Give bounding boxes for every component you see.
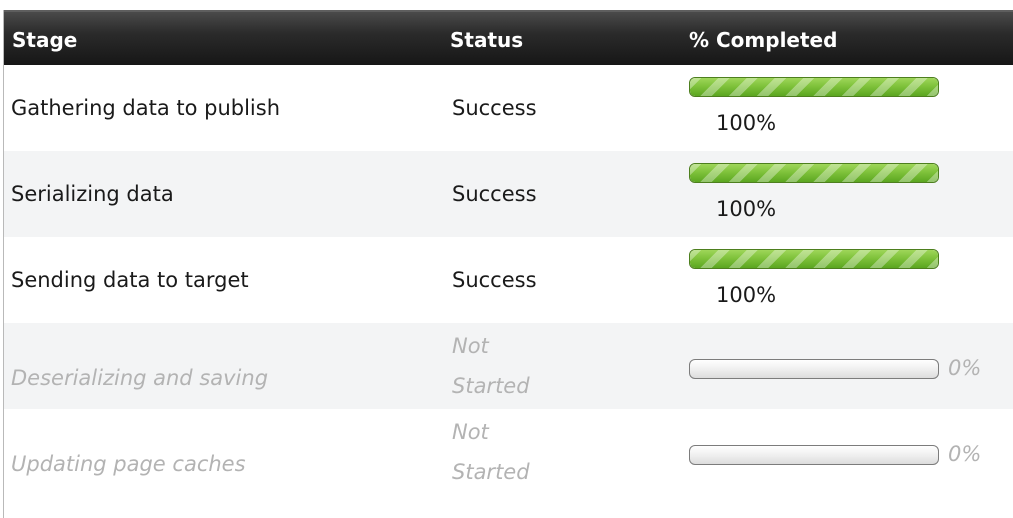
stage-label: Sending data to target — [11, 268, 249, 292]
percent-label: 100% — [716, 283, 777, 307]
table-row: Deserializing and saving Not Started 0% — [4, 323, 1013, 409]
table-row: Gathering data to publish Success 100% — [4, 65, 1013, 151]
stage-label: Deserializing and saving — [11, 366, 269, 390]
progress-bar — [689, 77, 939, 97]
stage-label: Gathering data to publish — [11, 96, 281, 120]
stage-label: Updating page caches — [11, 452, 246, 476]
column-header-stage: Stage — [12, 28, 78, 52]
table-row: Serializing data Success 100% — [4, 151, 1013, 237]
status-label-line1: Not — [452, 420, 489, 444]
table-header: Stage Status % Completed — [4, 10, 1013, 65]
progress-bar — [689, 249, 939, 269]
column-header-status: Status — [450, 28, 524, 52]
table-row: Sending data to target Success 100% — [4, 237, 1013, 323]
percent-label: 100% — [716, 111, 777, 135]
status-label: Success — [452, 268, 537, 292]
column-header-percent-completed: % Completed — [689, 28, 838, 52]
publish-progress-table: Stage Status % Completed Gathering data … — [3, 10, 1013, 518]
progress-bar — [689, 445, 939, 465]
stage-label: Serializing data — [11, 182, 174, 206]
table-row: Updating page caches Not Started 0% — [4, 409, 1013, 495]
progress-bar — [689, 163, 939, 183]
status-label-line1: Not — [452, 334, 489, 358]
status-label: Success — [452, 96, 537, 120]
progress-bar — [689, 359, 939, 379]
status-label-line2: Started — [452, 460, 530, 484]
progress-fill — [690, 164, 938, 182]
status-label: Success — [452, 182, 537, 206]
percent-label: 0% — [948, 356, 982, 380]
progress-fill — [690, 250, 938, 268]
percent-label: 100% — [716, 197, 777, 221]
status-label-line2: Started — [452, 374, 530, 398]
percent-label: 0% — [948, 442, 982, 466]
progress-fill — [690, 78, 938, 96]
